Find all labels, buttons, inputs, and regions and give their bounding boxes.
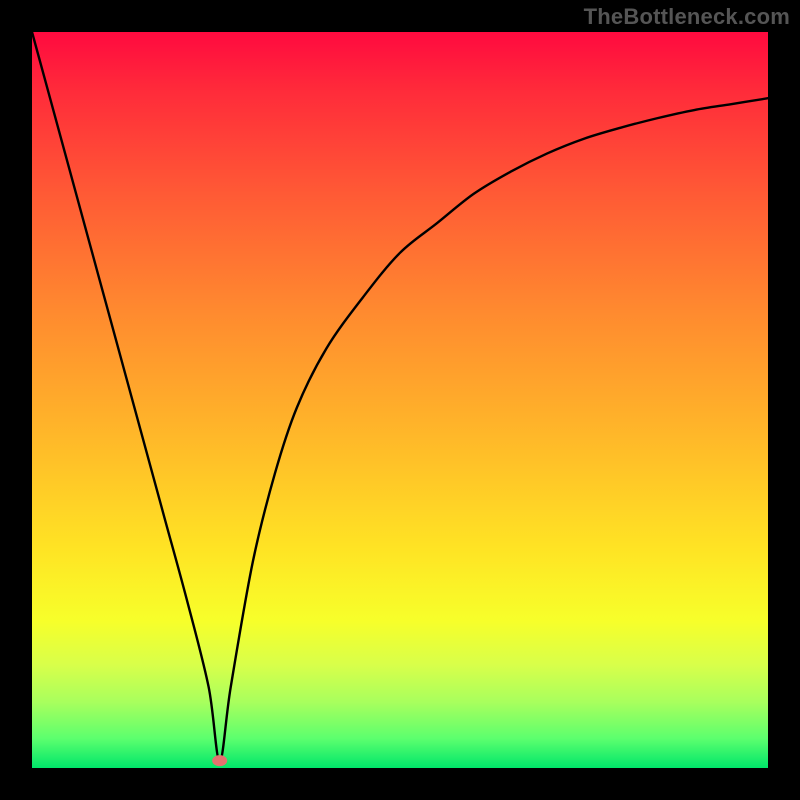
curve-svg: [32, 32, 768, 768]
bottleneck-curve: [32, 32, 768, 761]
minimum-marker: [213, 756, 227, 766]
plot-area: [32, 32, 768, 768]
watermark-text: TheBottleneck.com: [584, 4, 790, 30]
chart-frame: TheBottleneck.com: [0, 0, 800, 800]
